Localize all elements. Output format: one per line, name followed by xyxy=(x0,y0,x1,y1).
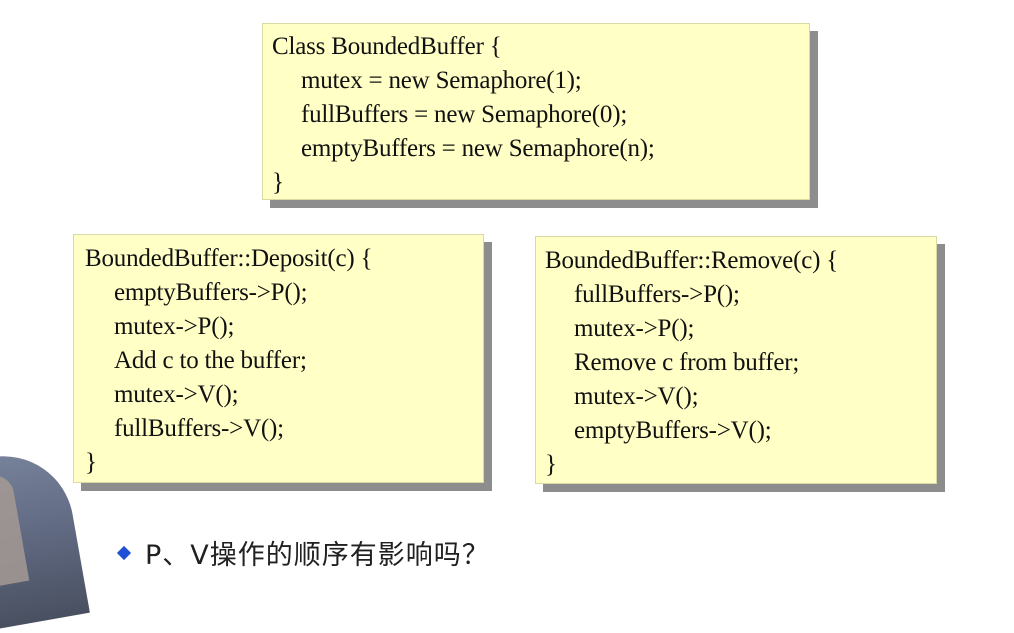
remove-empty-buffers-v-line: emptyBuffers->V(); xyxy=(574,417,772,444)
remove-mutex-p-line: mutex->P(); xyxy=(574,315,695,342)
deposit-closing-brace: } xyxy=(85,449,97,476)
deposit-add-item-line: Add c to the buffer; xyxy=(114,347,307,374)
bounded-buffer-class-box: Class BoundedBuffer { mutex = new Semaph… xyxy=(262,23,810,200)
deposit-header-line: BoundedBuffer::Deposit(c) { xyxy=(85,245,373,272)
remove-closing-brace: } xyxy=(545,451,557,478)
deposit-mutex-v-line: mutex->V(); xyxy=(114,381,239,408)
class-closing-brace: } xyxy=(272,169,284,196)
question-text: P、V操作的顺序有影响吗？ xyxy=(145,539,490,571)
lecture-slide: Class BoundedBuffer { mutex = new Semaph… xyxy=(0,0,1014,633)
remove-mutex-v-line: mutex->V(); xyxy=(574,383,699,410)
deposit-empty-buffers-p-line: emptyBuffers->P(); xyxy=(114,279,308,306)
full-buffers-semaphore-line: fullBuffers = new Semaphore(0); xyxy=(301,101,628,128)
deposit-full-buffers-v-line: fullBuffers->V(); xyxy=(114,415,284,442)
mutex-semaphore-line: mutex = new Semaphore(1); xyxy=(301,67,582,94)
deposit-method-box: BoundedBuffer::Deposit(c) { emptyBuffers… xyxy=(73,234,484,483)
deposit-mutex-p-line: mutex->P(); xyxy=(114,313,235,340)
class-header-line: Class BoundedBuffer { xyxy=(272,33,502,60)
diamond-icon xyxy=(116,545,132,561)
remove-method-box: BoundedBuffer::Remove(c) { fullBuffers->… xyxy=(535,236,937,484)
question-bullet: P、V操作的顺序有影响吗？ xyxy=(116,533,490,571)
remove-item-line: Remove c from buffer; xyxy=(574,349,800,376)
remove-full-buffers-p-line: fullBuffers->P(); xyxy=(574,281,740,308)
remove-header-line: BoundedBuffer::Remove(c) { xyxy=(545,247,839,274)
empty-buffers-semaphore-line: emptyBuffers = new Semaphore(n); xyxy=(301,135,655,162)
